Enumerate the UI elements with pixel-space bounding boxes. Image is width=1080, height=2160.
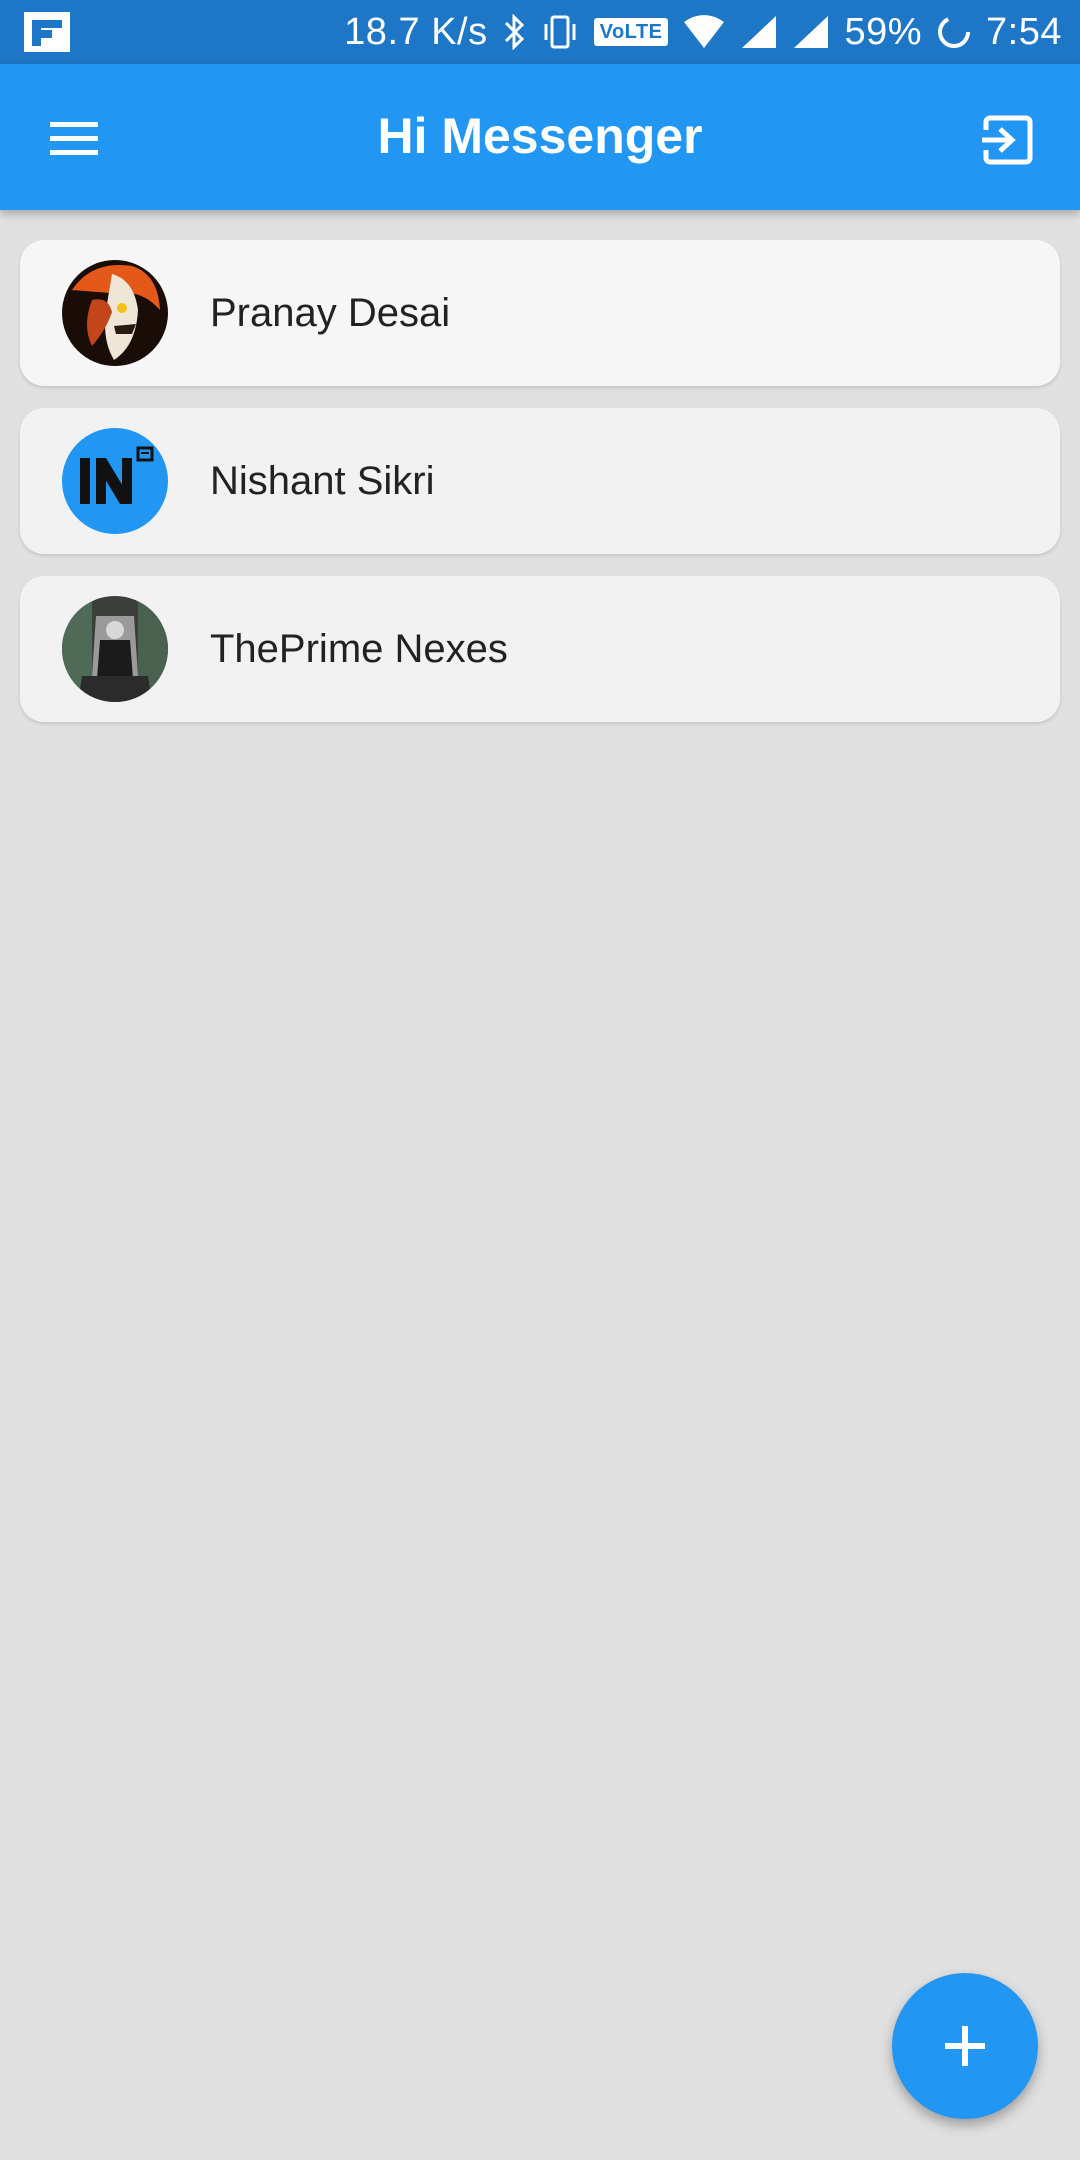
plus-icon bbox=[945, 2026, 985, 2066]
clock: 7:54 bbox=[986, 10, 1062, 53]
bluetooth-icon bbox=[504, 14, 524, 50]
logout-icon[interactable] bbox=[980, 112, 1036, 168]
status-bar: 18.7 K/s VoLTE 59% 7:54 bbox=[0, 0, 1080, 64]
avatar bbox=[62, 596, 168, 702]
contact-name: Pranay Desai bbox=[210, 290, 451, 335]
flipboard-notification-icon bbox=[24, 12, 70, 52]
signal-2-icon bbox=[794, 16, 829, 48]
contact-name: ThePrime Nexes bbox=[210, 626, 508, 671]
avatar bbox=[62, 260, 168, 366]
avatar bbox=[62, 428, 168, 534]
network-speed: 18.7 K/s bbox=[344, 10, 488, 53]
app-title: Hi Messenger bbox=[377, 108, 703, 164]
battery-ring-icon bbox=[938, 16, 971, 48]
volte-badge: VoLTE bbox=[593, 18, 669, 46]
battery-percent: 59% bbox=[844, 10, 923, 53]
add-contact-button[interactable] bbox=[892, 1973, 1038, 2119]
vibrate-icon bbox=[544, 15, 576, 49]
signal-icon bbox=[742, 16, 777, 48]
wifi-icon bbox=[684, 15, 725, 48]
contact-list: Pranay Desai Nishant Sikri ThePrime Nexe… bbox=[20, 240, 1060, 744]
app-bar: Hi Messenger bbox=[0, 64, 1080, 210]
contact-name: Nishant Sikri bbox=[210, 458, 435, 503]
contact-item-theprime-nexes[interactable]: ThePrime Nexes bbox=[20, 576, 1060, 722]
contact-item-pranay-desai[interactable]: Pranay Desai bbox=[20, 240, 1060, 386]
contact-item-nishant-sikri[interactable]: Nishant Sikri bbox=[20, 408, 1060, 554]
